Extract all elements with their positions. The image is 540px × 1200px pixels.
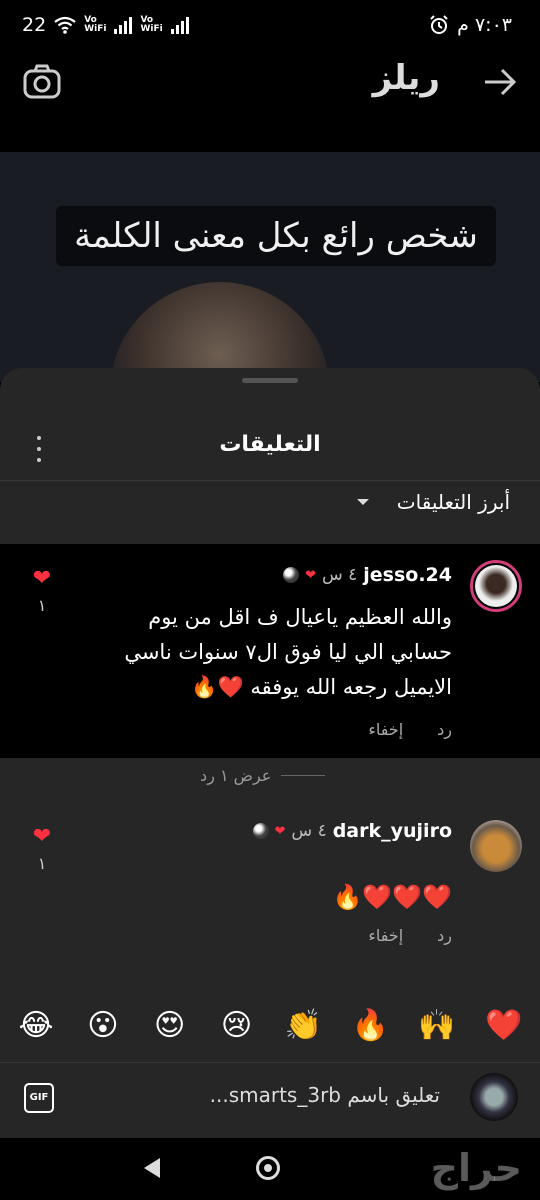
like-count: ١ bbox=[37, 596, 47, 615]
like-button[interactable]: ❤ ١ bbox=[30, 566, 54, 616]
signal-icon bbox=[114, 16, 133, 34]
sheet-title: التعليقات bbox=[219, 432, 321, 457]
system-nav-bar: حراج bbox=[0, 1138, 540, 1200]
page-title: ريلز bbox=[372, 58, 440, 98]
like-button[interactable]: ❤ ١ bbox=[30, 824, 54, 874]
watermark: حراج bbox=[430, 1146, 522, 1190]
globe-icon bbox=[252, 823, 269, 839]
arrow-right-icon[interactable] bbox=[482, 64, 518, 100]
emoji-fire-button[interactable]: 🔥 bbox=[348, 1008, 392, 1043]
status-bar: 22 Vo WiFi Vo WiFi ٧:٠٣ م bbox=[0, 0, 540, 52]
comment-time: ٤ س bbox=[291, 821, 327, 841]
emoji-heart-button[interactable]: ❤️ bbox=[482, 1008, 526, 1043]
reply-button[interactable]: رد bbox=[437, 720, 452, 739]
view-replies-button[interactable]: عرض ١ رد bbox=[200, 766, 326, 785]
avatar[interactable] bbox=[470, 560, 522, 612]
chevron-down-icon bbox=[356, 499, 369, 505]
emoji-crying-button[interactable]: 😢 bbox=[215, 1008, 259, 1043]
hide-button[interactable]: إخفاء bbox=[368, 720, 403, 739]
emoji-clapping-button[interactable]: 👏 bbox=[281, 1008, 325, 1043]
emoji-quick-reactions: 😂 😮 😍 😢 👏 🔥 🙌 ❤️ bbox=[14, 1008, 526, 1043]
creator-liked-icon: ❤ bbox=[274, 823, 286, 839]
comment-input[interactable]: تعليق باسم smarts_3rb... bbox=[210, 1083, 440, 1107]
creator-liked-icon: ❤ bbox=[305, 567, 316, 583]
avatar[interactable] bbox=[470, 820, 522, 872]
clock: ٧:٠٣ م bbox=[457, 14, 512, 36]
emoji-surprised-button[interactable]: 😮 bbox=[81, 1008, 125, 1043]
comment-input-bar: GIF تعليق باسم smarts_3rb... bbox=[0, 1062, 540, 1132]
comment-time: ٤ س bbox=[321, 565, 358, 585]
reply-button[interactable]: رد bbox=[437, 926, 452, 945]
sort-label: أبرز التعليقات bbox=[396, 490, 510, 514]
comment-meta: ❤ ٤ س dark_yujiro bbox=[252, 820, 452, 842]
emoji-laughing-button[interactable]: 😂 bbox=[14, 1008, 58, 1043]
divider bbox=[281, 775, 326, 776]
home-icon[interactable] bbox=[256, 1156, 280, 1180]
comment-actions: رد إخفاء bbox=[368, 926, 452, 945]
comment-item[interactable]: ❤ ٤ س jesso.24 والله العظيم ياعيال ف اقل… bbox=[0, 544, 540, 758]
heart-icon: ❤ bbox=[32, 824, 52, 849]
vowifi-label: Vo WiFi bbox=[84, 15, 107, 34]
hide-button[interactable]: إخفاء bbox=[368, 926, 403, 945]
video-caption: شخص رائع بكل معنى الكلمة bbox=[56, 206, 496, 266]
comment-actions: رد إخفاء bbox=[368, 720, 452, 739]
alarm-icon bbox=[430, 15, 448, 34]
emoji-raised-hands-button[interactable]: 🙌 bbox=[415, 1008, 459, 1043]
comments-sheet: التعليقات أبرز التعليقات ❤ ٤ س jesso.24 … bbox=[0, 368, 540, 1138]
divider bbox=[0, 480, 540, 481]
comment-meta: ❤ ٤ س jesso.24 bbox=[283, 564, 452, 586]
camera-icon[interactable] bbox=[22, 62, 62, 102]
sort-dropdown[interactable]: أبرز التعليقات bbox=[356, 490, 510, 514]
comment-username[interactable]: jesso.24 bbox=[363, 564, 452, 586]
reels-header: ريلز bbox=[0, 52, 540, 152]
globe-icon bbox=[283, 567, 300, 583]
comment-item[interactable]: ❤ ٤ س dark_yujiro ❤️❤️❤️🔥 رد إخفاء ❤ ١ bbox=[0, 808, 540, 958]
drag-handle[interactable] bbox=[242, 378, 298, 383]
emoji-heart-eyes-button[interactable]: 😍 bbox=[148, 1008, 192, 1043]
comment-text: ❤️❤️❤️🔥 bbox=[332, 883, 452, 911]
video-person-image bbox=[110, 282, 330, 382]
battery-level: 22 bbox=[22, 14, 47, 36]
comment-text: والله العظيم ياعيال ف اقل من يوم حسابي ا… bbox=[124, 605, 452, 699]
back-icon[interactable] bbox=[144, 1158, 160, 1178]
wifi-icon bbox=[54, 16, 76, 34]
signal-icon-2 bbox=[170, 16, 189, 34]
reel-video[interactable]: شخص رائع بكل معنى الكلمة bbox=[0, 152, 540, 382]
status-left: 22 Vo WiFi Vo WiFi bbox=[22, 14, 189, 36]
heart-icon: ❤ bbox=[32, 566, 52, 591]
gif-button[interactable]: GIF bbox=[24, 1083, 54, 1113]
view-replies-label: عرض ١ رد bbox=[200, 766, 272, 785]
status-right: ٧:٠٣ م bbox=[429, 14, 512, 36]
comment-username[interactable]: dark_yujiro bbox=[333, 820, 452, 842]
like-count: ١ bbox=[37, 854, 47, 873]
avatar bbox=[470, 1073, 518, 1121]
vowifi-label-2: Vo WiFi bbox=[140, 15, 163, 34]
